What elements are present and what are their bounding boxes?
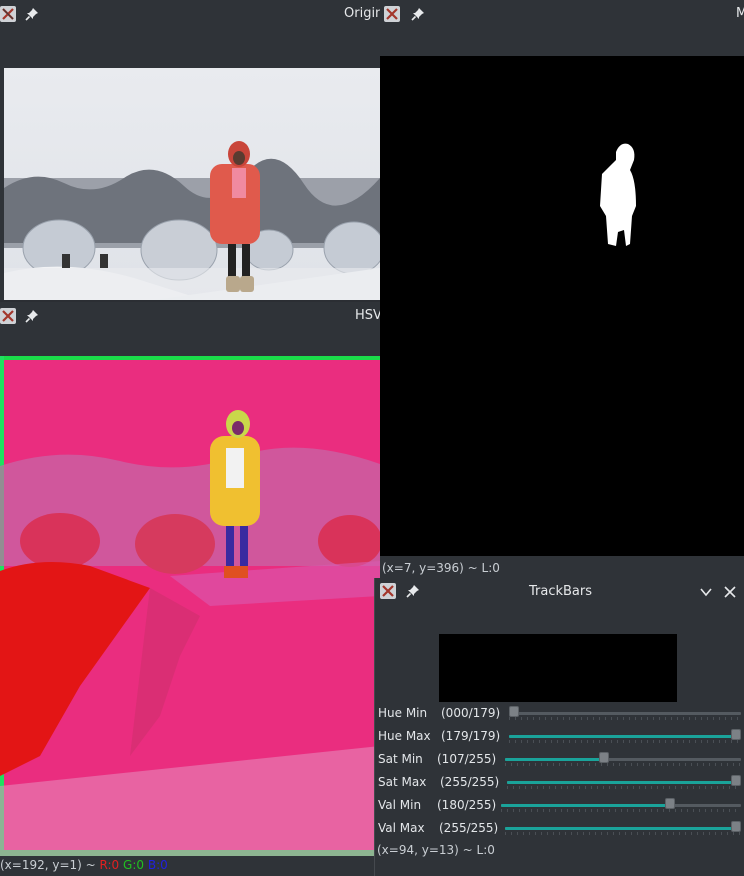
hsv-status-bar: (x=192, y=1) ~ R:0 G:0 B:0 [0,858,168,872]
window-title: HSV [355,308,380,323]
slider-ticks [505,763,741,766]
original-toolbar [0,28,380,68]
app-x-icon[interactable] [0,308,16,324]
slider-fill [501,804,670,807]
mask-status-bar: (x=7, y=396) ~ L:0 [382,561,500,575]
hsv-status-r: R:0 [99,858,120,872]
hsv-image [0,356,380,856]
slider-row: Val Max (255/255) [375,819,744,841]
slider-value: (179/179) [441,729,501,743]
slider-track[interactable] [509,735,741,738]
hsv-window: HSV (x=192, y=1) ~ R:0 G:0 B:0 [0,302,380,876]
slider-label: Val Max [378,821,425,835]
slider-track[interactable] [507,781,741,784]
slider-handle[interactable] [731,821,741,832]
slider-track[interactable] [505,827,741,830]
hsv-status-g: G:0 [123,858,145,872]
pin-icon[interactable] [24,6,40,22]
chevron-down-icon[interactable] [699,585,713,599]
original-window: Origin [0,0,380,300]
app-x-icon[interactable] [380,583,396,599]
slider-ticks [501,809,741,812]
slider-handle[interactable] [599,752,609,763]
slider-fill [507,781,741,784]
app-x-icon[interactable] [384,6,400,22]
slider-ticks [509,740,741,743]
window-title: M [736,6,744,21]
slider-track[interactable] [505,758,741,761]
slider-fill [509,735,741,738]
slider-track[interactable] [509,712,741,715]
slider-ticks [509,717,741,720]
slider-fill [505,827,741,830]
close-icon[interactable] [723,585,737,599]
pin-icon[interactable] [24,308,40,324]
hsv-status-b: B:0 [147,858,168,872]
slider-row: Val Min (180/255) [375,796,744,818]
trackbars-titlebar[interactable]: TrackBars [375,578,744,606]
original-titlebar[interactable]: Origin [0,0,380,28]
slider-label: Hue Max [378,729,431,743]
slider-ticks [505,832,741,835]
pin-icon[interactable] [410,6,426,22]
slider-value: (000/179) [441,706,501,720]
slider-row: Sat Min (107/255) [375,750,744,772]
slider-row: Hue Min (000/179) [375,704,744,726]
slider-label: Sat Max [378,775,427,789]
slider-value: (255/255) [439,821,499,835]
mask-image [380,56,744,556]
pin-icon[interactable] [405,583,421,599]
slider-handle[interactable] [731,729,741,740]
slider-value: (180/255) [437,798,497,812]
slider-value: (107/255) [437,752,497,766]
slider-value: (255/255) [440,775,500,789]
slider-track[interactable] [501,804,741,807]
mask-titlebar[interactable]: M [380,0,744,28]
window-title: Origin [344,6,380,21]
hsv-titlebar[interactable]: HSV [0,302,380,330]
slider-handle[interactable] [509,706,519,717]
original-image [4,68,380,300]
trackbar-preview [439,634,677,702]
slider-fill [505,758,604,761]
app-x-icon[interactable] [0,6,16,22]
slider-label: Sat Min [378,752,423,766]
hsv-status-coords: (x=192, y=1) ~ [0,858,96,872]
slider-handle[interactable] [665,798,675,809]
slider-row: Sat Max (255/255) [375,773,744,795]
window-title: TrackBars [529,584,593,599]
slider-handle[interactable] [731,775,741,786]
mask-window: M (x=7, y=396) ~ L:0 [380,0,744,578]
slider-label: Hue Min [378,706,428,720]
trackbars-status-bar: (x=94, y=13) ~ L:0 [377,843,495,857]
slider-label: Val Min [378,798,422,812]
trackbars-window: TrackBars Hue Min (000/179) Hue Max (179/17… [374,578,744,876]
slider-ticks [507,786,741,789]
slider-row: Hue Max (179/179) [375,727,744,749]
